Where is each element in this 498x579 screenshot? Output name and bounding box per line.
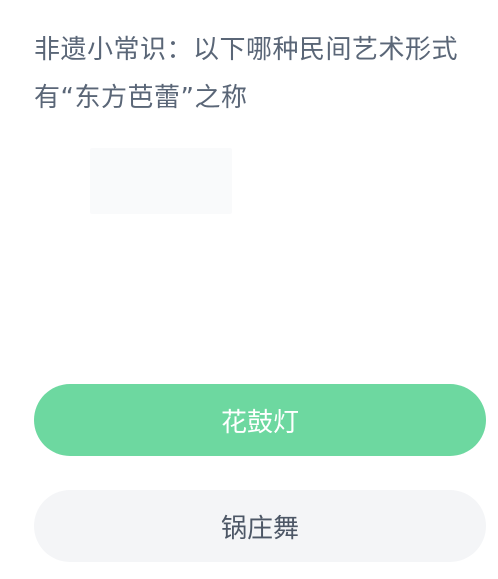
answer-option-1[interactable]: 花鼓灯 <box>34 384 486 456</box>
blank-placeholder-area <box>90 148 232 214</box>
answer-option-label: 花鼓灯 <box>220 407 299 438</box>
answer-option-2[interactable]: 锅庄舞 <box>34 490 486 562</box>
question-text: 非遗小常识：以下哪种民间艺术形式有“东方芭蕾”之称 <box>34 35 459 113</box>
answer-option-label: 锅庄舞 <box>220 513 299 544</box>
